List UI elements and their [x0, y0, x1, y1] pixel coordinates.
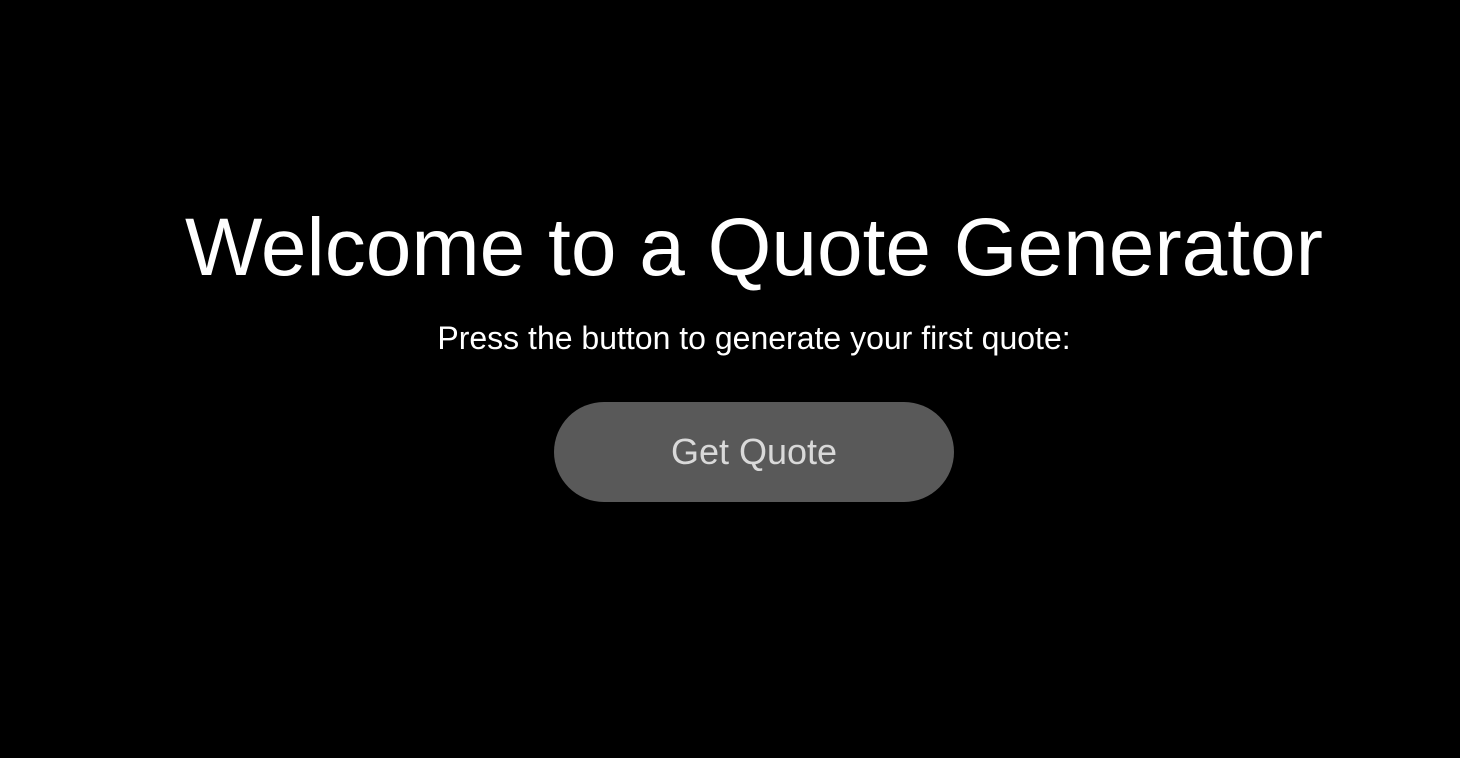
get-quote-button[interactable]: Get Quote [554, 402, 954, 502]
page-subtitle: Press the button to generate your first … [437, 320, 1071, 356]
page: Welcome to a Quote Generator Press the b… [0, 0, 1460, 758]
page-title: Welcome to a Quote Generator [185, 202, 1323, 293]
